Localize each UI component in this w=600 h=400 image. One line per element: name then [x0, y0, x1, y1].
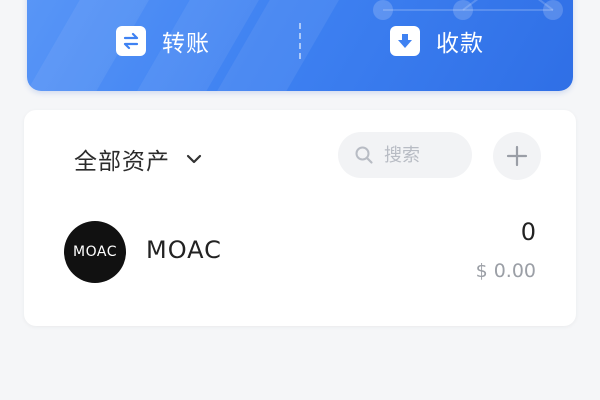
transfer-label: 转账	[162, 31, 210, 57]
add-asset-button[interactable]	[493, 132, 541, 180]
receive-button[interactable]: 收款	[301, 24, 573, 58]
receive-label: 收款	[436, 31, 484, 57]
plus-icon	[506, 145, 528, 167]
asset-list-item[interactable]: MOAC MOAC 0 $ 0.00	[64, 218, 544, 284]
asset-search-box[interactable]	[338, 132, 472, 178]
transfer-arrows-icon	[116, 26, 146, 56]
search-icon	[355, 146, 373, 164]
transfer-button[interactable]: 转账	[27, 24, 299, 58]
asset-filter-label: 全部资产	[74, 149, 170, 175]
wallet-page: 转账 收款 全部资产 搜索 MOAC MOAC 0 $ 0.00	[0, 0, 600, 400]
asset-filter-dropdown[interactable]: 全部资产	[74, 142, 204, 176]
assets-card: 全部资产 MOAC MOAC 0 $ 0.00	[24, 110, 576, 326]
banner-actions: 转账 收款	[27, 18, 573, 64]
chevron-down-icon	[186, 154, 202, 164]
wallet-banner: 转账 收款	[27, 0, 573, 91]
asset-fiat-value: $ 0.00	[475, 260, 536, 282]
asset-name: MOAC	[146, 236, 222, 264]
asset-amount: 0	[520, 218, 536, 246]
search-input[interactable]	[382, 143, 466, 167]
moac-logo-icon: MOAC	[64, 221, 126, 283]
download-icon	[390, 26, 420, 56]
